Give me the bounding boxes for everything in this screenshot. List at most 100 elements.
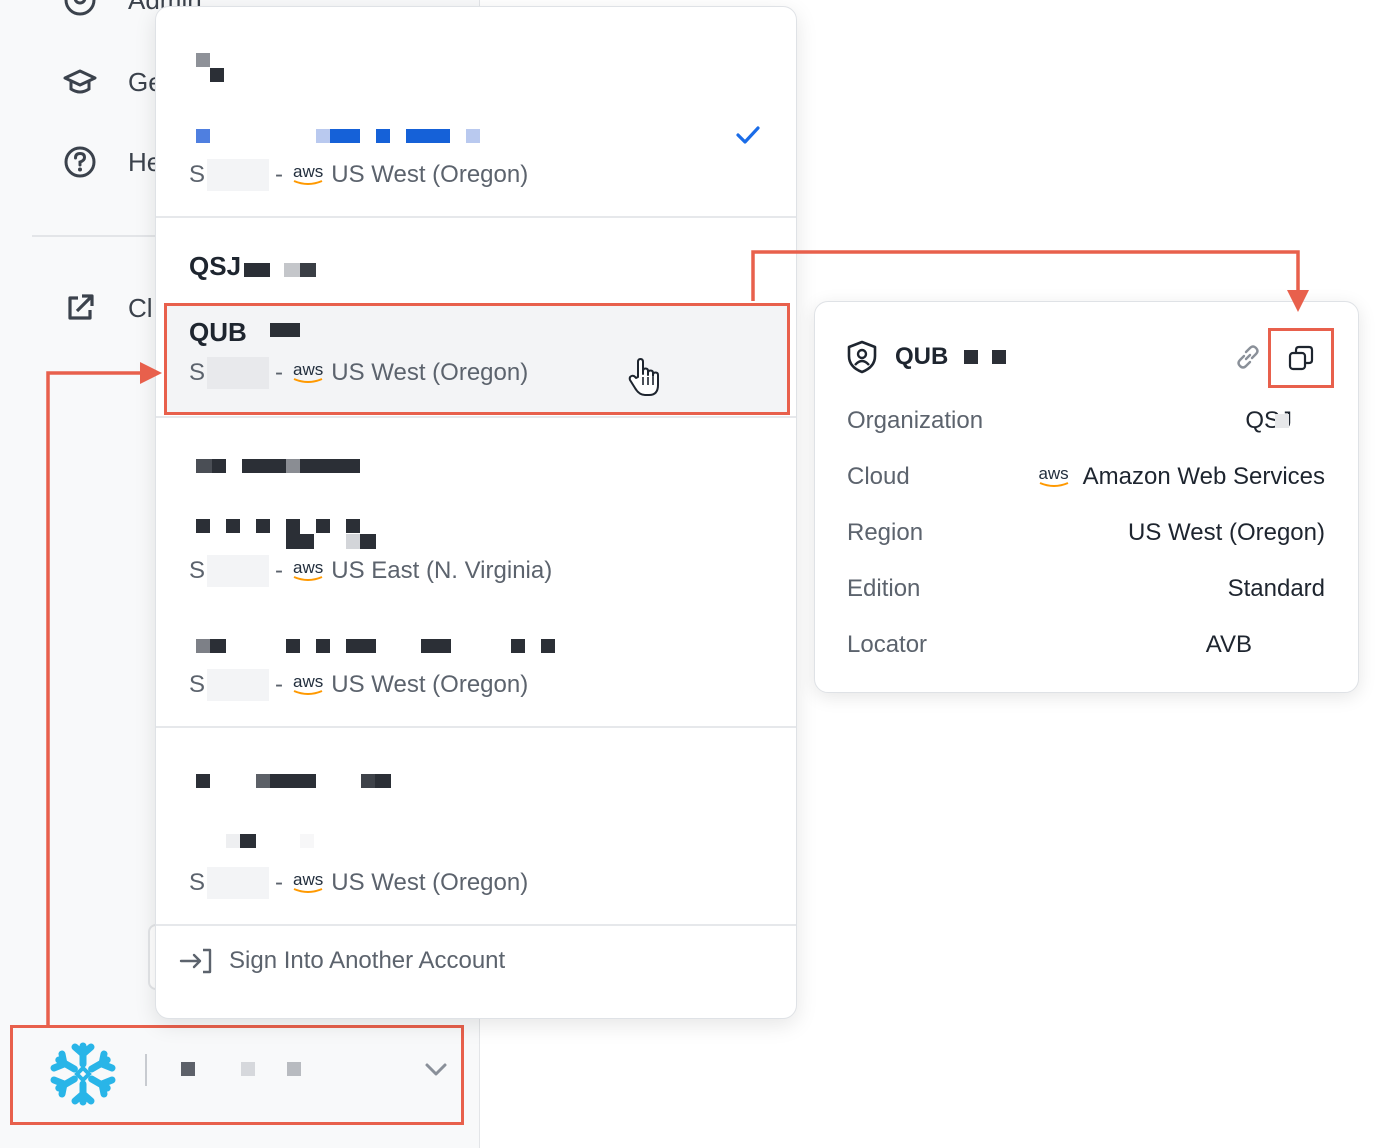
copy-button[interactable]: [1268, 328, 1334, 388]
redacted-block: [376, 129, 390, 143]
account-subtitle: S - aws US East (N. Virginia): [189, 554, 552, 588]
redacted-block: [375, 774, 391, 788]
snowflake-logo: [50, 1042, 116, 1106]
aws-logo: aws: [293, 871, 323, 894]
redacted-block: [330, 129, 360, 143]
separator-line: [156, 416, 796, 418]
redacted-block: [210, 639, 226, 653]
edition-value: Standard: [1227, 575, 1325, 602]
sidebar-item-he[interactable]: He: [62, 144, 161, 180]
redacted-block: [270, 323, 300, 337]
separator: -: [275, 869, 284, 896]
graduation-cap-icon: [63, 69, 97, 94]
sidebar-item-label: Cl: [128, 292, 153, 323]
separator: -: [275, 359, 284, 386]
aws-logo: aws: [1038, 465, 1069, 488]
redacted-block: [226, 519, 240, 533]
redacted-block: [300, 534, 314, 549]
sidebar-item-ge[interactable]: Ge: [62, 64, 163, 100]
account-title: QUB: [189, 317, 247, 348]
sign-into-another-account-button[interactable]: Sign Into Another Account: [179, 947, 505, 975]
redacted-block: [346, 519, 360, 533]
region-label: US West (Oregon): [331, 359, 529, 386]
region-label: Region: [847, 519, 924, 546]
redacted-block: [316, 639, 330, 653]
redacted-block: [1275, 414, 1289, 428]
account-name: QUB: [189, 317, 247, 347]
sidebar-divider: [32, 235, 172, 237]
redacted-block: [360, 534, 376, 549]
region-value: US West (Oregon): [1128, 519, 1325, 546]
account-details-card: QUB Organization QSJ Cloud aws Amazon We…: [814, 301, 1359, 693]
cloud-label: Cloud: [847, 463, 910, 490]
separator-line: [156, 924, 796, 926]
account-subtitle: S - aws US West (Oregon): [189, 866, 528, 900]
edition-prefix: S: [189, 557, 206, 584]
redacted-block: [207, 867, 270, 899]
copy-icon: [1288, 345, 1314, 371]
redacted-block: [361, 774, 375, 788]
user-shield-icon: [64, 0, 96, 16]
sidebar-item-cl[interactable]: Cl: [62, 290, 153, 326]
edition-label: Edition: [847, 575, 921, 602]
region-label: US West (Oregon): [331, 161, 529, 188]
link-icon[interactable]: [1233, 342, 1263, 372]
redacted-block: [196, 519, 210, 533]
redacted-block: [406, 129, 450, 143]
redacted-block: [287, 1062, 301, 1076]
account-switcher-dropdown: S - aws US West (Oregon) QSJ QUB S - aws…: [155, 6, 797, 1019]
redacted-block: [300, 263, 316, 277]
redacted-block: [256, 774, 270, 788]
redacted-block: [346, 639, 376, 653]
redacted-block: [196, 129, 210, 143]
edition-prefix: S: [189, 359, 206, 386]
cloud-value-text: Amazon Web Services: [1082, 463, 1325, 490]
aws-logo: aws: [293, 673, 323, 696]
account-subtitle: S - aws US West (Oregon): [189, 668, 528, 702]
aws-logo: aws: [293, 559, 323, 582]
region-label: US West (Oregon): [331, 671, 529, 698]
redacted-block: [300, 459, 360, 473]
region-label: US East (N. Virginia): [331, 557, 553, 584]
redacted-block: [196, 639, 210, 653]
redacted-block: [196, 53, 210, 67]
sign-in-icon: [179, 948, 212, 974]
redacted-block: [286, 519, 300, 549]
redacted-block: [300, 834, 314, 848]
region-label: US West (Oregon): [331, 869, 529, 896]
vertical-separator: [145, 1054, 147, 1086]
redacted-block: [284, 263, 300, 277]
account-subtitle: S - aws US West (Oregon): [189, 158, 528, 192]
redacted-block: [346, 534, 360, 549]
separator: -: [275, 557, 284, 584]
redacted-block: [207, 357, 270, 389]
redacted-block: [241, 1062, 255, 1076]
redacted-block: [964, 350, 979, 364]
separator-line: [156, 726, 796, 728]
separator: -: [275, 161, 284, 188]
chevron-down-icon: [425, 1063, 447, 1076]
redacted-block: [196, 774, 210, 788]
redacted-block: [316, 519, 330, 533]
redacted-block: [421, 639, 451, 653]
organization-label: Organization: [847, 407, 984, 434]
redacted-block: [210, 68, 224, 82]
locator-value: AVB: [1205, 631, 1252, 658]
redacted-block: [286, 459, 300, 473]
redacted-block: [240, 834, 256, 848]
separator: -: [275, 671, 284, 698]
account-selector[interactable]: [10, 1025, 464, 1125]
locator-label: Locator: [847, 631, 928, 658]
separator-line: [156, 216, 796, 218]
redacted-block: [207, 555, 270, 587]
org-title: QSJ: [189, 251, 241, 282]
redacted-block: [270, 774, 316, 788]
redacted-block: [316, 129, 330, 143]
external-link-icon: [68, 294, 94, 320]
redacted-block: [466, 129, 480, 143]
redacted-block: [226, 834, 240, 848]
card-header: QUB: [845, 340, 1007, 374]
help-circle-icon: [64, 146, 96, 178]
redacted-block: [541, 639, 555, 653]
redacted-block: [212, 459, 226, 473]
